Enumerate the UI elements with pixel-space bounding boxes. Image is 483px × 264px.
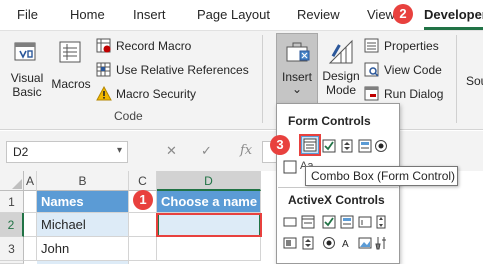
record-macro-button[interactable]: Record Macro (96, 38, 191, 54)
view-code-button[interactable]: View Code (364, 62, 442, 78)
tab-developer[interactable]: Developer (424, 7, 483, 22)
activex-controls-heading: ActiveX Controls (288, 193, 385, 207)
cell-b2[interactable]: Michael (37, 213, 129, 237)
chevron-down-icon[interactable]: ▾ (117, 145, 122, 156)
run-dialog-icon (364, 86, 379, 101)
column-header-a[interactable]: A (24, 171, 37, 191)
dropdown-separator (278, 187, 398, 188)
visual-basic-icon (14, 42, 36, 61)
macros-button[interactable]: Macros (50, 35, 92, 103)
row-header-1[interactable]: 1 (0, 191, 24, 213)
column-header-d[interactable]: D (157, 171, 261, 191)
insert-function-icon[interactable]: fx (240, 143, 252, 158)
step-badge-2: 2 (393, 4, 413, 24)
macro-security-button[interactable]: Macro Security (96, 86, 196, 102)
step-badge-1: 1 (133, 190, 153, 210)
cell-d3[interactable] (157, 237, 261, 261)
command-button-icon[interactable] (283, 215, 297, 229)
chevron-down-icon: ⌄ (291, 82, 303, 96)
list-box-icon[interactable] (358, 139, 372, 153)
activex-combo-box-icon[interactable] (301, 215, 315, 229)
row-header-3[interactable]: 3 (0, 237, 24, 261)
toolbox-icon (286, 42, 310, 62)
cell-a1[interactable] (24, 191, 37, 213)
scroll-bar-icon[interactable] (374, 215, 388, 229)
form-controls-heading: Form Controls (288, 114, 371, 128)
properties-label: Properties (384, 39, 439, 53)
activex-option-button-icon[interactable] (322, 236, 336, 250)
group-separator (456, 35, 457, 123)
properties-button[interactable]: Properties (364, 38, 439, 54)
toggle-button-icon[interactable] (283, 236, 297, 250)
activex-checkbox-icon[interactable] (322, 215, 336, 229)
view-code-label: View Code (384, 63, 442, 77)
macro-security-label: Macro Security (116, 87, 197, 101)
group-separator (262, 35, 263, 123)
tab-view[interactable]: View (367, 7, 395, 22)
design-mode-label: Design Mode (322, 69, 360, 97)
tab-home[interactable]: Home (70, 7, 105, 22)
visual-basic-button[interactable]: Visual Basic (6, 35, 48, 103)
record-macro-icon (96, 38, 111, 53)
cell-c3[interactable] (129, 237, 157, 261)
label-icon[interactable] (283, 160, 297, 174)
cell-d1[interactable]: Choose a name (157, 191, 261, 213)
insert-controls-button[interactable]: Insert ⌄ (276, 33, 318, 105)
activex-spin-button-icon[interactable] (301, 236, 315, 250)
cancel-icon[interactable]: ✕ (166, 143, 177, 159)
image-icon[interactable] (358, 236, 372, 250)
cell-b1[interactable]: Names (37, 191, 129, 213)
more-controls-icon[interactable] (374, 236, 388, 250)
tab-review[interactable]: Review (297, 7, 340, 22)
column-header-c[interactable]: C (129, 171, 157, 191)
design-mode-icon (328, 39, 353, 64)
source-button[interactable]: Sou (462, 35, 483, 105)
run-dialog-button[interactable]: Run Dialog (364, 86, 443, 102)
warning-icon (96, 86, 112, 101)
activex-label-icon[interactable]: A (340, 236, 354, 250)
option-button-icon[interactable] (374, 139, 388, 153)
cell-b3[interactable]: John (37, 237, 129, 261)
row-header-2[interactable]: 2 (0, 213, 24, 237)
enter-icon[interactable]: ✓ (201, 143, 212, 159)
record-macro-label: Record Macro (116, 39, 192, 53)
cell-a2[interactable] (24, 213, 37, 237)
cell-a3[interactable] (24, 237, 37, 261)
cell-c2[interactable] (129, 213, 157, 237)
tooltip: Combo Box (Form Control) (305, 166, 458, 186)
run-dialog-label: Run Dialog (384, 87, 444, 101)
select-all-corner[interactable] (0, 171, 24, 191)
step-badge-3: 3 (270, 135, 290, 155)
svg-text:A: A (342, 239, 349, 250)
select-all-icon (12, 179, 22, 189)
name-box-value: D2 (13, 145, 29, 159)
properties-icon (364, 38, 379, 53)
text-box-icon[interactable] (358, 215, 372, 229)
ribbon-developer: Visual Basic Macros Record Macro Use Rel… (0, 30, 483, 130)
column-header-b[interactable]: B (37, 171, 129, 191)
macros-icon (59, 41, 81, 63)
relative-references-label: Use Relative References (116, 63, 249, 77)
code-group-label: Code (114, 109, 143, 123)
highlight-cell-d2 (156, 213, 262, 237)
relative-references-button[interactable]: Use Relative References (96, 62, 249, 78)
tab-insert[interactable]: Insert (133, 7, 166, 22)
source-label: Sou (466, 74, 483, 88)
checkbox-icon[interactable] (322, 139, 336, 153)
relative-references-icon (96, 62, 111, 77)
view-code-icon (364, 62, 379, 77)
activex-list-box-icon[interactable] (340, 215, 354, 229)
visual-basic-label: Visual Basic (10, 71, 44, 99)
design-mode-button[interactable]: Design Mode (320, 33, 362, 105)
highlight-combo-box (299, 134, 321, 156)
tab-file[interactable]: File (17, 7, 38, 22)
name-box[interactable]: D2 ▾ (6, 141, 128, 163)
tab-page-layout[interactable]: Page Layout (197, 7, 270, 22)
macros-label: Macros (51, 77, 91, 91)
spin-button-icon[interactable] (340, 139, 354, 153)
